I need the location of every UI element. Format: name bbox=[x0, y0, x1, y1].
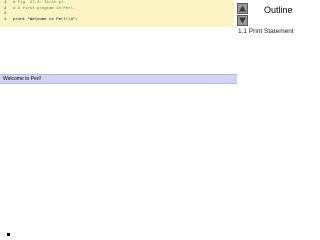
code-text: print "Welcome to Perl!\n"; bbox=[13, 17, 78, 22]
previous-slide-button[interactable] bbox=[237, 3, 248, 14]
output-text: Welcome to Perl! bbox=[3, 76, 41, 82]
code-listing: 1 # Fig. 27.4: first.pl 2 # A first prog… bbox=[0, 0, 234, 27]
slide-bullet bbox=[7, 233, 10, 236]
outline-item-print-statement[interactable]: 1.1 Print Statement bbox=[238, 27, 294, 36]
next-slide-button[interactable] bbox=[237, 15, 248, 26]
code-line: 4 print "Welcome to Perl!\n"; bbox=[0, 18, 234, 24]
arrow-down-icon bbox=[239, 17, 246, 24]
arrow-up-icon bbox=[239, 5, 246, 12]
program-output: Welcome to Perl! bbox=[0, 74, 237, 84]
line-number: 4 bbox=[4, 17, 7, 22]
slide: 1 # Fig. 27.4: first.pl 2 # A first prog… bbox=[0, 0, 320, 240]
outline-title: Outline bbox=[264, 5, 293, 15]
